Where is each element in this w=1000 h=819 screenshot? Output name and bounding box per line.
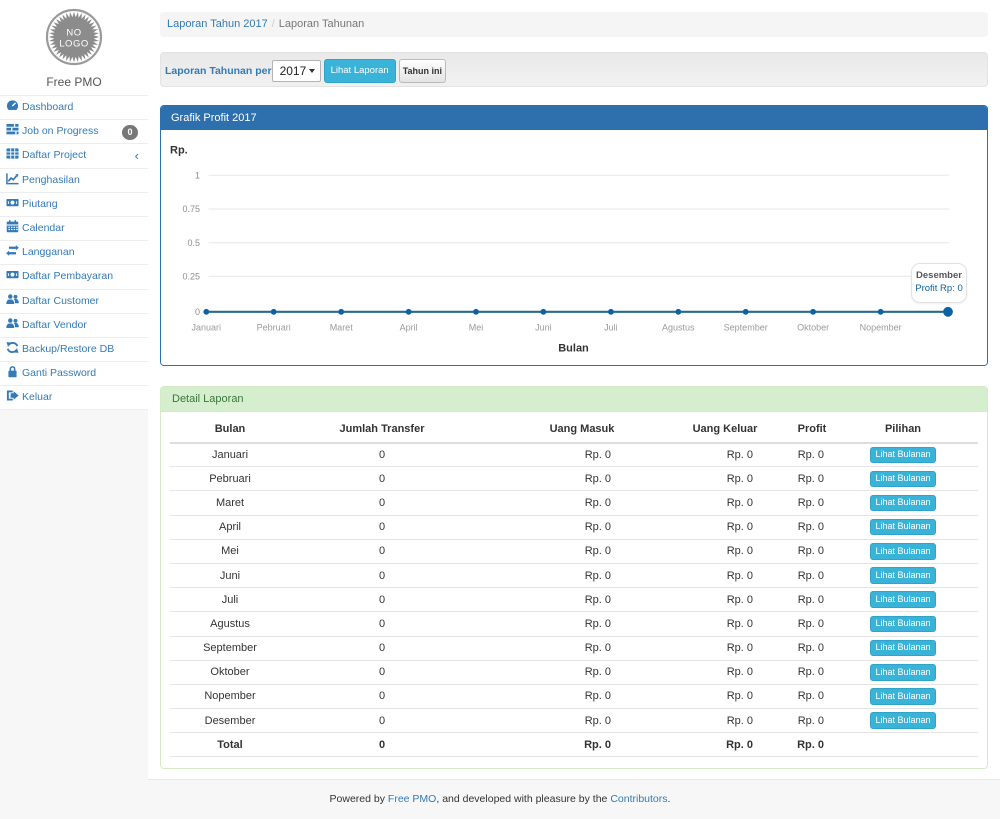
svg-text:Maret: Maret <box>330 322 354 332</box>
svg-text:April: April <box>400 322 418 332</box>
svg-text:Bulan: Bulan <box>558 342 589 354</box>
svg-text:1: 1 <box>195 170 200 180</box>
svg-text:0: 0 <box>195 306 200 316</box>
svg-text:NO: NO <box>66 28 81 39</box>
svg-text:Rp.: Rp. <box>170 144 188 156</box>
svg-text:September: September <box>724 322 768 332</box>
svg-text:Agustus: Agustus <box>662 322 695 332</box>
svg-text:0.5: 0.5 <box>187 237 200 247</box>
svg-text:Nopember: Nopember <box>860 322 902 332</box>
svg-text:Mei: Mei <box>469 322 484 332</box>
svg-text:0.25: 0.25 <box>182 271 200 281</box>
svg-text:LOGO: LOGO <box>59 39 88 50</box>
svg-text:Oktober: Oktober <box>797 322 829 332</box>
svg-text:Januari: Januari <box>192 322 222 332</box>
svg-text:Pebruari: Pebruari <box>257 322 291 332</box>
svg-text:0.75: 0.75 <box>182 204 200 214</box>
svg-text:Juli: Juli <box>604 322 618 332</box>
svg-text:Juni: Juni <box>535 322 552 332</box>
